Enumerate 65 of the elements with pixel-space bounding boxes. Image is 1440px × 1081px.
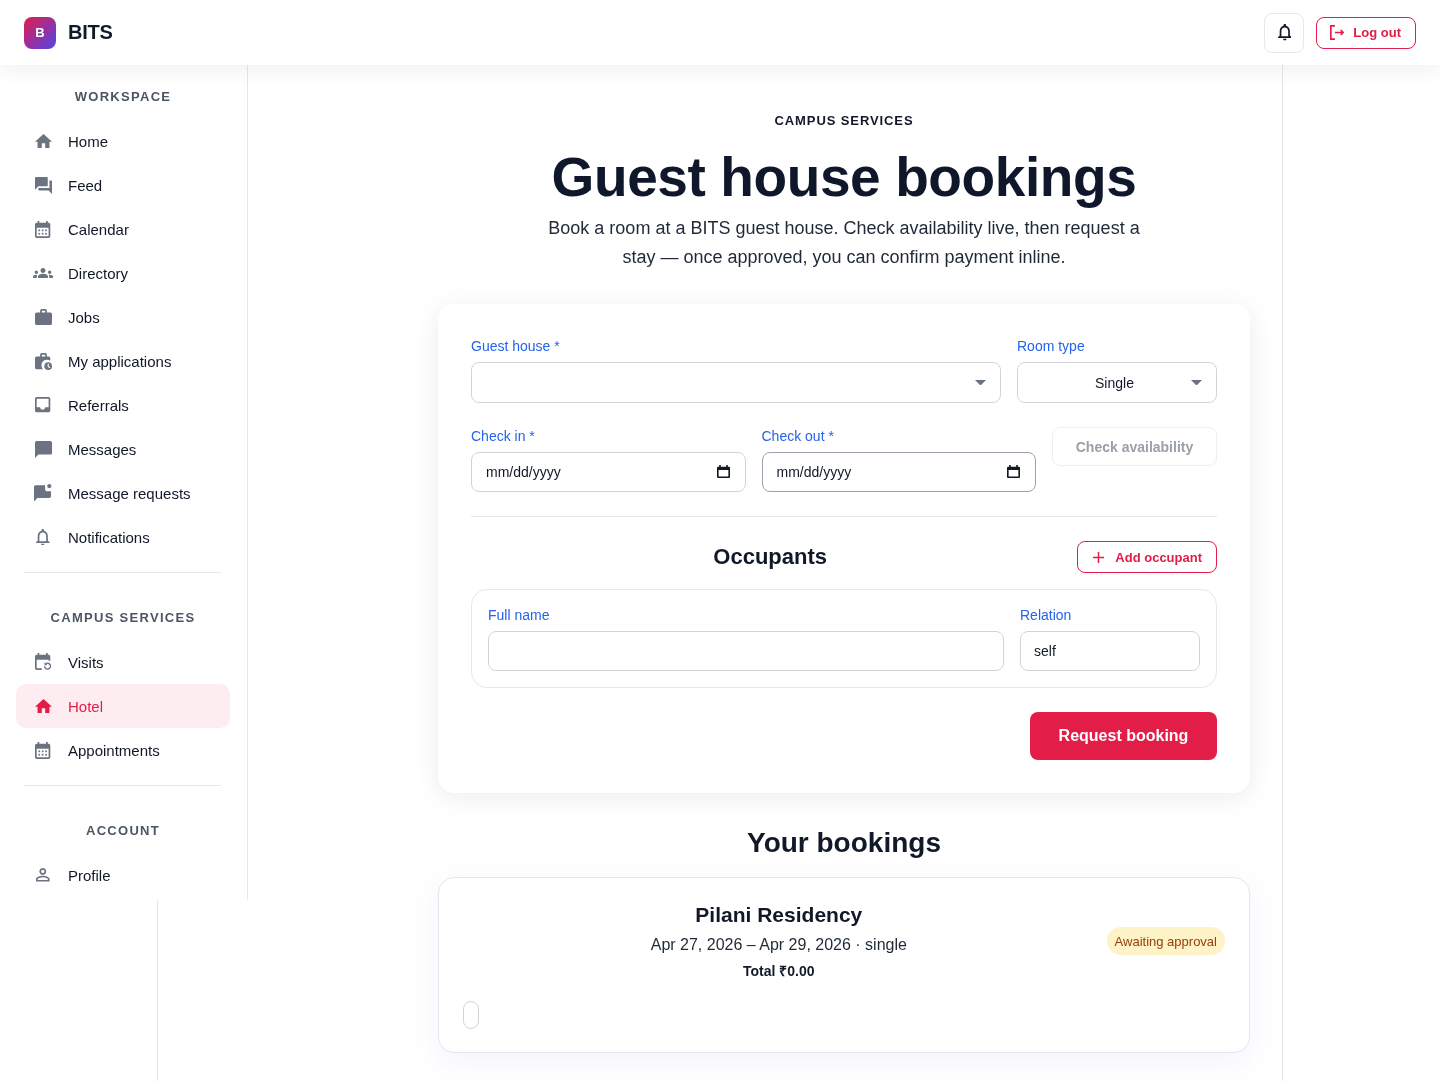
sidebar-item[interactable]: Notifications — [16, 515, 230, 559]
caret-icon — [1191, 379, 1202, 386]
field-label: Check in * — [471, 427, 536, 445]
sidebar-item[interactable]: Visits — [16, 640, 230, 684]
booking-total: Total ₹0.00 — [743, 962, 815, 981]
check-out-date-field[interactable]: mm/dd/yyyy — [761, 452, 1036, 492]
page-title: Guest house bookings — [551, 145, 1137, 209]
section-heading: ACCOUNT — [84, 823, 162, 839]
briefcase-clock-icon — [34, 352, 52, 370]
inbox-tray-icon — [35, 397, 51, 413]
page-subtitle: Book a room at a BITS guest house. Check availability live, then request a stay — once approved, you can confirm payment inline. — [547, 217, 1141, 269]
guest-house-select[interactable] — [471, 362, 1001, 403]
section-title: Your bookings — [747, 826, 941, 860]
sidebar-item[interactable]: Hotel — [16, 684, 230, 728]
section-heading: CAMPUS SERVICES — [49, 610, 197, 626]
add-occupant-button[interactable]: Add occupant — [1077, 541, 1217, 573]
plus-icon — [1093, 551, 1105, 563]
home-icon — [34, 698, 52, 714]
full-name-input[interactable] — [488, 631, 1004, 671]
room-type-select[interactable]: Single — [1017, 362, 1217, 403]
bell-icon — [1277, 24, 1292, 41]
bell-icon — [36, 528, 50, 546]
field-label: Relation — [1020, 606, 1073, 624]
briefcase-icon — [34, 308, 52, 326]
occupants-heading: Occupants — [712, 543, 828, 571]
field-label: Check out * — [761, 427, 835, 445]
calendar-icon — [35, 741, 51, 759]
caret-icon — [975, 379, 986, 386]
logo-mark: B — [24, 16, 56, 49]
home-icon — [34, 133, 52, 149]
sidebar-item[interactable]: Directory — [16, 251, 230, 295]
sidebar-item[interactable]: Appointments — [16, 728, 230, 772]
status-badge: Awaiting approval — [1106, 927, 1225, 955]
sidebar-item[interactable]: Profile — [16, 853, 230, 897]
field-label: Room type — [1017, 337, 1086, 355]
chat-bubbles-icon — [34, 176, 52, 194]
request-booking-button[interactable]: Request booking — [1030, 712, 1217, 760]
calendar-icon — [716, 465, 730, 478]
empty-toggle-button[interactable] — [463, 1001, 479, 1029]
booking-name: Pilani Residency — [695, 902, 863, 928]
notifications-button[interactable] — [1264, 12, 1305, 53]
sidebar-item[interactable]: Messages — [16, 427, 230, 471]
sidebar-item[interactable]: Message requests — [16, 471, 230, 515]
calendar-refresh-icon — [34, 653, 52, 671]
sidebar-item[interactable]: My applications — [16, 339, 230, 383]
person-icon — [36, 868, 50, 882]
people-group-icon — [33, 267, 53, 279]
booking-details: Apr 27, 2026 – Apr 29, 2026 · single — [650, 935, 907, 955]
field-label: Full name — [488, 606, 551, 624]
logout-button[interactable]: Log out — [1316, 16, 1416, 49]
sidebar-item[interactable]: Jobs — [16, 295, 230, 339]
logout-icon — [1330, 25, 1345, 40]
sidebar-item[interactable]: Home — [16, 119, 230, 163]
calendar-icon — [35, 220, 51, 238]
page-eyebrow: CAMPUS SERVICES — [774, 113, 914, 129]
relation-input[interactable]: self — [1020, 631, 1200, 671]
chat-bubble-icon — [34, 440, 52, 458]
section-heading: WORKSPACE — [73, 89, 173, 105]
sidebar-item[interactable]: Referrals — [16, 383, 230, 427]
sidebar-item[interactable]: Calendar — [16, 207, 230, 251]
sidebar-item[interactable]: Feed — [16, 163, 230, 207]
brand-name: BITS — [68, 21, 113, 44]
field-label: Guest house * — [471, 337, 561, 355]
calendar-icon — [1007, 465, 1020, 478]
check-in-date-field[interactable]: mm/dd/yyyy — [471, 452, 746, 492]
